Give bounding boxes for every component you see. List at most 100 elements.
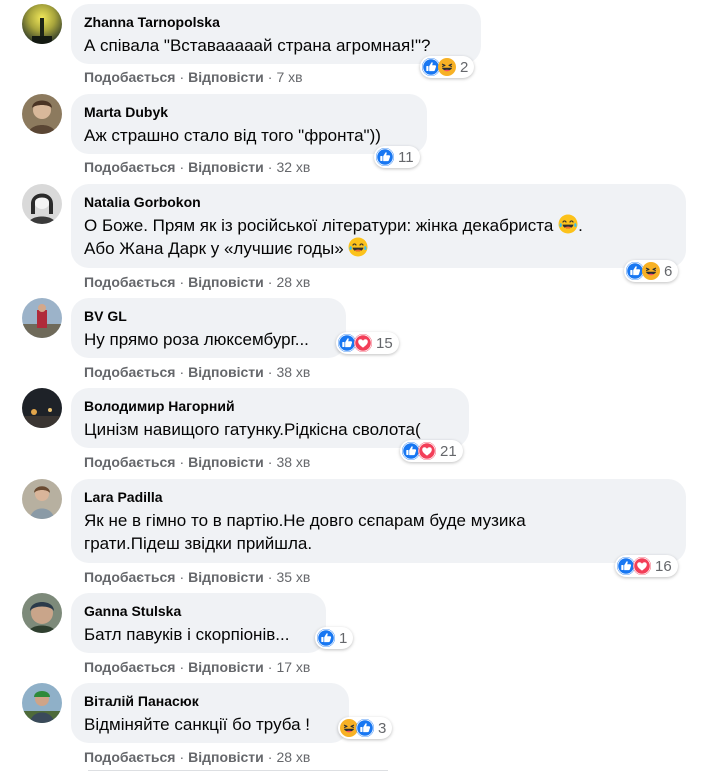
comment-timestamp[interactable]: 35 хв (276, 569, 310, 585)
comment-timestamp[interactable]: 38 хв (276, 364, 310, 380)
comment-bubble: BV GL Ну прямо роза люксембург... (71, 298, 346, 358)
comment-author[interactable]: Zhanna Tarnopolska (84, 13, 468, 31)
like-button[interactable]: Подобається (84, 454, 175, 470)
comment-author[interactable]: Володимир Нагорний (84, 397, 456, 415)
comment-text: Батл павуків і скорпіонів... (84, 625, 290, 644)
avatar[interactable] (22, 4, 62, 44)
avatar[interactable] (22, 593, 62, 633)
comment-timestamp[interactable]: 28 хв (276, 749, 310, 765)
reaction-summary[interactable]: 16 (615, 555, 678, 577)
reply-button[interactable]: Відповісти (188, 69, 264, 85)
comment-bubble: Ganna Stulska Батл павуків і скорпіонів.… (71, 593, 326, 653)
reaction-count: 1 (339, 629, 348, 647)
reaction-summary[interactable]: 3 (338, 717, 393, 739)
tears-of-joy-emoji-icon (348, 237, 368, 257)
reaction-count: 11 (398, 148, 414, 166)
comment-timestamp[interactable]: 28 хв (276, 274, 310, 290)
separator-dot: · (179, 749, 185, 765)
comment-timestamp[interactable]: 7 хв (276, 69, 302, 85)
comment-actions: Подобається · Відповісти · 17 хв (84, 659, 310, 675)
comment-author[interactable]: Ganna Stulska (84, 602, 313, 620)
comment-actions: Подобається · Відповісти · 28 хв (84, 749, 310, 765)
comment-bubble: Володимир Нагорний Цинізм навищого гатун… (71, 388, 469, 448)
comment-bubble: Віталій Панасюк Відміняйте санкції бо тр… (71, 683, 349, 743)
comment-text: О Боже. Прям як із російської літератури… (84, 214, 673, 260)
like-button[interactable]: Подобається (84, 364, 175, 380)
avatar[interactable] (22, 94, 62, 134)
comment-actions: Подобається · Відповісти · 38 хв (84, 454, 310, 470)
reply-button[interactable]: Відповісти (188, 749, 264, 765)
like-button[interactable]: Подобається (84, 749, 175, 765)
like-button[interactable]: Подобається (84, 159, 175, 175)
separator-dot: · (179, 364, 185, 380)
comment-actions: Подобається · Відповісти · 35 хв (84, 569, 310, 585)
reply-button[interactable]: Відповісти (188, 364, 264, 380)
comment-text-end: . (578, 216, 583, 235)
avatar[interactable] (22, 683, 62, 723)
comment-timestamp[interactable]: 32 хв (276, 159, 310, 175)
comment-text: Цинізм навищого гатунку.Рідкісна сволота… (84, 420, 421, 439)
reaction-summary[interactable]: 2 (420, 56, 475, 78)
separator-dot: · (267, 159, 273, 175)
comment-bubble: Marta Dubyk Аж страшно стало від того "ф… (71, 94, 427, 154)
reply-button[interactable]: Відповісти (188, 569, 264, 585)
tears-of-joy-emoji-icon (558, 214, 578, 234)
comment-author[interactable]: Marta Dubyk (84, 103, 414, 121)
like-button[interactable]: Подобається (84, 69, 175, 85)
reaction-count: 16 (655, 557, 672, 575)
comment-author[interactable]: Natalia Gorbokon (84, 193, 673, 211)
comment-actions: Подобається · Відповісти · 28 хв (84, 274, 310, 290)
avatar[interactable] (22, 298, 62, 338)
avatar[interactable] (22, 184, 62, 224)
separator-dot: · (267, 364, 273, 380)
avatar[interactable] (22, 479, 62, 519)
separator-dot: · (267, 454, 273, 470)
reply-button[interactable]: Відповісти (188, 274, 264, 290)
reaction-count: 6 (664, 262, 673, 280)
like-reaction-icon (317, 629, 335, 647)
separator-dot: · (179, 159, 185, 175)
comment-timestamp[interactable]: 38 хв (276, 454, 310, 470)
reply-button[interactable]: Відповісти (188, 659, 264, 675)
comment-text: Відміняйте санкції бо труба ! (84, 715, 311, 734)
comment-author[interactable]: Віталій Панасюк (84, 692, 336, 710)
comment-actions: Подобається · Відповісти · 32 хв (84, 159, 310, 175)
haha-reaction-icon (642, 262, 660, 280)
comment-text-line: О Боже. Прям як із російської літератури… (84, 216, 554, 235)
separator-dot: · (267, 659, 273, 675)
comment-bubble: Lara Padilla Як не в гімно то в партію.Н… (71, 479, 686, 563)
like-reaction-icon (356, 719, 374, 737)
reply-button[interactable]: Відповісти (188, 454, 264, 470)
love-reaction-icon (418, 442, 436, 460)
comment-text: Ну прямо роза люксембург... (84, 330, 309, 349)
separator-dot: · (179, 69, 185, 85)
reaction-summary[interactable]: 11 (374, 146, 420, 168)
comment-text: А співала "Вставааааай страна агромная!"… (84, 36, 431, 55)
like-button[interactable]: Подобається (84, 569, 175, 585)
reaction-summary[interactable]: 6 (624, 260, 679, 282)
love-reaction-icon (354, 334, 372, 352)
reaction-summary[interactable]: 21 (400, 440, 463, 462)
like-button[interactable]: Подобається (84, 659, 175, 675)
comment-timestamp[interactable]: 17 хв (276, 659, 310, 675)
reaction-count: 21 (440, 442, 457, 460)
reaction-count: 2 (460, 58, 469, 76)
comment-text: Аж страшно стало від того "фронта")) (84, 126, 381, 145)
reaction-summary[interactable]: 15 (336, 332, 399, 354)
comment-bubble: Natalia Gorbokon О Боже. Прям як із росі… (71, 184, 686, 268)
like-reaction-icon (376, 148, 394, 166)
separator-dot: · (179, 569, 185, 585)
reaction-summary[interactable]: 1 (315, 627, 354, 649)
comment-author[interactable]: BV GL (84, 307, 333, 325)
comment-author[interactable]: Lara Padilla (84, 488, 673, 506)
separator-dot: · (179, 454, 185, 470)
love-reaction-icon (633, 557, 651, 575)
separator-dot: · (179, 274, 185, 290)
separator-dot: · (267, 69, 273, 85)
like-button[interactable]: Подобається (84, 274, 175, 290)
haha-reaction-icon (438, 58, 456, 76)
comment-text-line: Або Жана Дарк у «лучшиє годы» (84, 239, 344, 258)
avatar[interactable] (22, 388, 62, 428)
reply-button[interactable]: Відповісти (188, 159, 264, 175)
comment-input-edge[interactable] (88, 770, 388, 775)
